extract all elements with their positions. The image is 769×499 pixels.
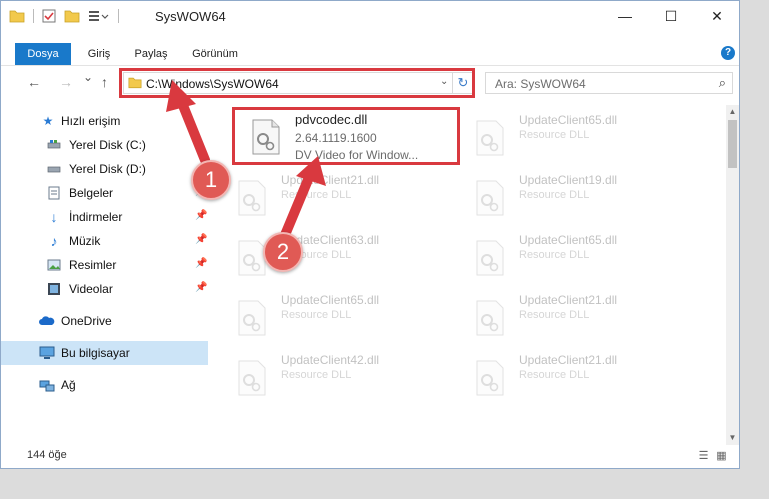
arrow-2 — [280, 170, 315, 240]
step-badge-1: 1 — [191, 160, 231, 200]
arrow-1 — [175, 93, 210, 165]
step-badge-2: 2 — [263, 232, 303, 272]
arrow-1-head — [166, 80, 196, 112]
annotation-arrows — [166, 80, 326, 240]
